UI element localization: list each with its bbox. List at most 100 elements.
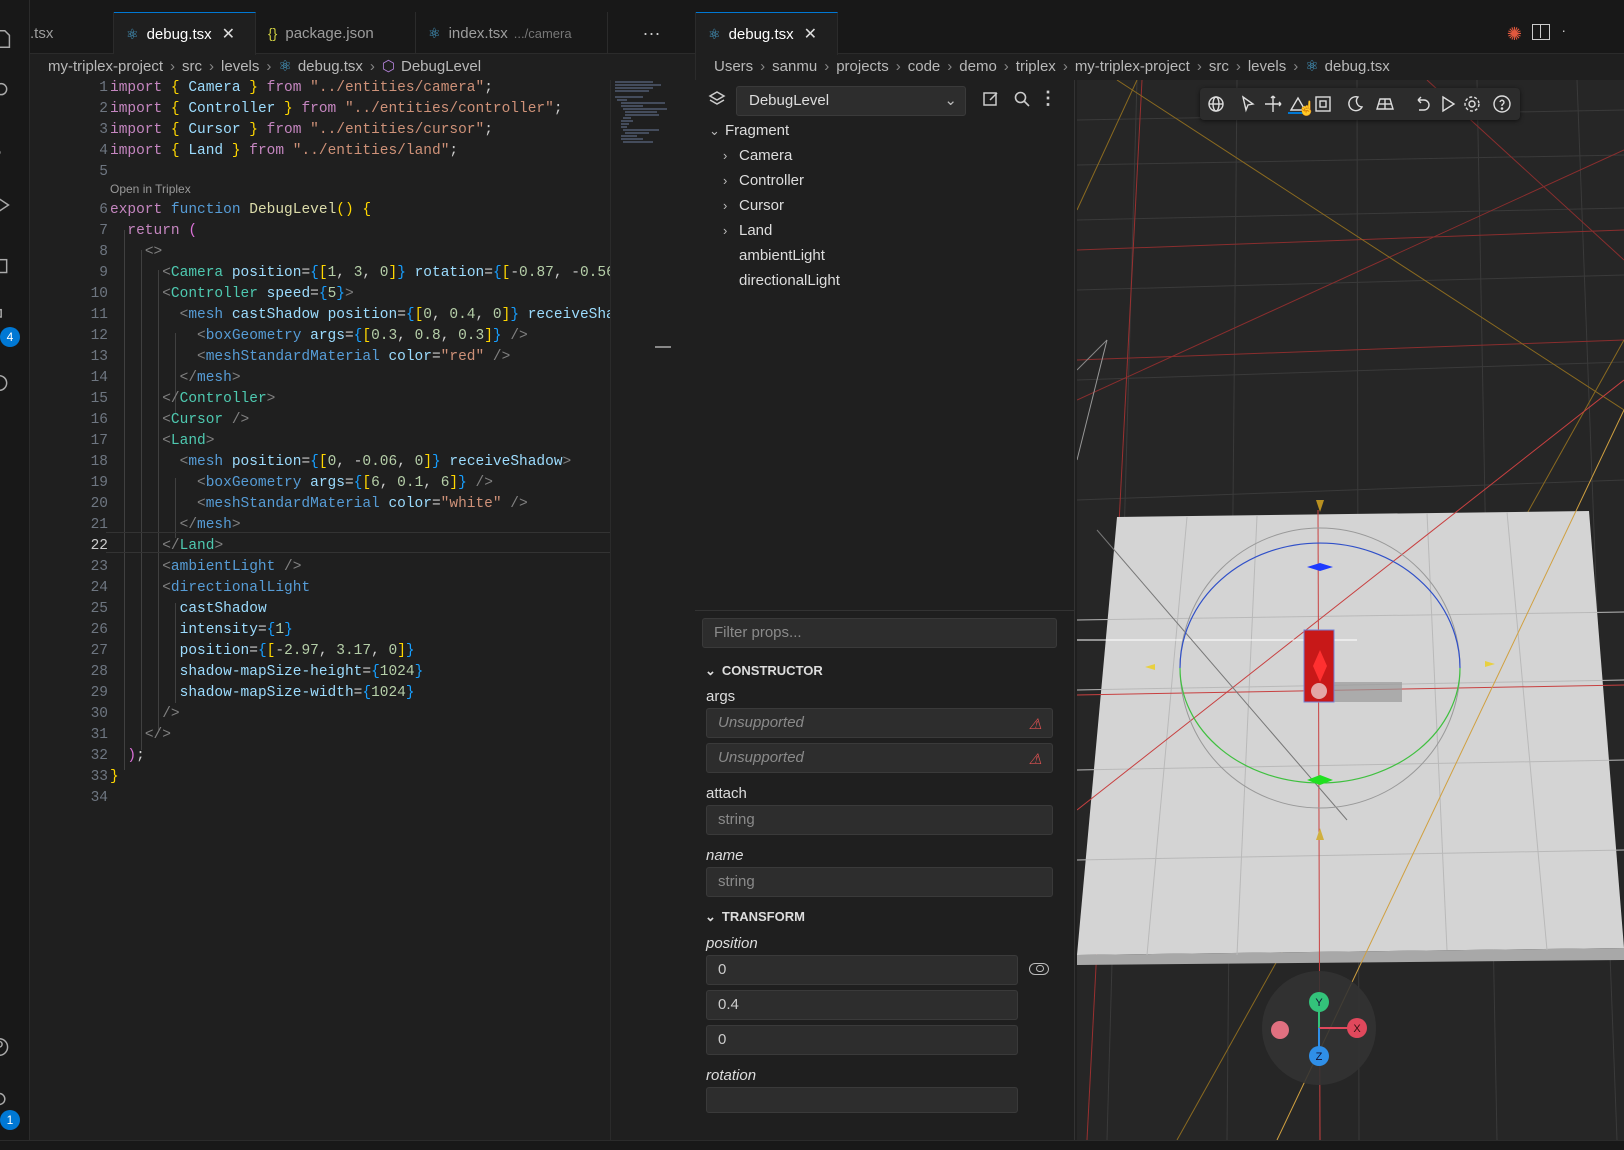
chevron-right-icon[interactable]: › — [723, 173, 739, 188]
position-x-input[interactable]: 0 — [706, 955, 1018, 985]
grid-icon[interactable] — [1375, 94, 1395, 114]
breadcrumb-item[interactable]: triplex — [1016, 58, 1056, 75]
breadcrumb-item[interactable]: levels — [221, 58, 259, 75]
breadcrumb-item[interactable]: code — [908, 58, 941, 75]
tab-package-json[interactable]: {} package.json — [256, 12, 416, 54]
constructor-section-header[interactable]: ⌄ CONSTRUCTOR — [705, 663, 823, 679]
breadcrumb-item[interactable]: debug.tsx — [298, 58, 363, 75]
run-debug-icon[interactable] — [0, 194, 14, 216]
transform-section-header[interactable]: ⌄ TRANSFORM — [705, 909, 805, 925]
breadcrumb-item[interactable]: DebugLevel — [401, 58, 481, 75]
line-number: 22 — [90, 538, 108, 554]
mouse-cursor-icon: ☝ — [1298, 100, 1316, 116]
attach-input[interactable]: string — [706, 805, 1053, 835]
breadcrumb-item[interactable]: src — [1209, 58, 1229, 75]
chevron-right-icon[interactable]: › — [723, 223, 739, 238]
line-number: 8 — [99, 244, 108, 260]
breadcrumb-item[interactable]: Users — [714, 58, 753, 75]
name-label: name — [706, 847, 744, 864]
args-field-1[interactable]: Unsupported ⚠ — [706, 708, 1053, 738]
name-input[interactable]: string — [706, 867, 1053, 897]
code-editor[interactable]: 1 2 3 4 5 6 7 8 9 10 11 12 13 14 15 16 17 18 19 20 21 22 23 24 2… — [30, 80, 610, 1140]
account-icon[interactable] — [0, 1036, 14, 1058]
chevron-right-icon[interactable]: › — [723, 148, 739, 163]
line-number: 19 — [90, 475, 108, 491]
extensions-icon[interactable] — [0, 306, 14, 328]
tab-debug-tsx-triplex[interactable]: ⚛ debug.tsx ✕ — [696, 12, 838, 55]
more-actions-icon[interactable]: · — [1561, 22, 1566, 38]
breadcrumb-item[interactable]: projects — [836, 58, 889, 75]
position-z-input[interactable]: 0 — [706, 1025, 1018, 1055]
moon-icon[interactable] — [1345, 94, 1365, 114]
minimap[interactable] — [610, 80, 671, 1140]
breadcrumb-item[interactable]: src — [182, 58, 202, 75]
scene-tree-item[interactable]: directionalLight — [723, 272, 840, 289]
react-icon: ⚛ — [278, 58, 292, 75]
line-number: 17 — [90, 433, 108, 449]
line-number: 14 — [90, 370, 108, 386]
tab-debug-tsx[interactable]: ⚛ debug.tsx ✕ — [114, 12, 256, 55]
copilot-icon[interactable]: ✺ — [1507, 24, 1522, 45]
line-number: 9 — [99, 265, 108, 281]
land-plane[interactable] — [1077, 511, 1624, 955]
help-icon[interactable] — [1492, 94, 1512, 114]
breadcrumb-item[interactable]: demo — [959, 58, 997, 75]
search-icon[interactable] — [1013, 90, 1031, 113]
search-icon[interactable] — [0, 80, 14, 102]
link-icon[interactable] — [1029, 963, 1049, 975]
tab-partial-tsx[interactable]: .tsx — [30, 12, 114, 54]
remote-icon[interactable] — [0, 256, 14, 278]
close-icon[interactable]: ✕ — [804, 24, 817, 44]
breadcrumb-item[interactable]: my-triplex-project — [48, 58, 163, 75]
gear-icon[interactable] — [1462, 94, 1482, 114]
git-graph-icon[interactable] — [0, 372, 14, 394]
breadcrumb-item[interactable]: levels — [1248, 58, 1286, 75]
globe-icon[interactable] — [1206, 94, 1226, 114]
chevron-down-icon[interactable]: ⌄ — [709, 123, 725, 139]
breadcrumb-item[interactable]: my-triplex-project — [1075, 58, 1190, 75]
scene-tree-item[interactable]: › Cursor — [723, 197, 784, 214]
filter-props-input[interactable]: Filter props... — [702, 618, 1057, 648]
more-vertical-icon[interactable]: ⋮ — [1039, 88, 1057, 109]
scene-tree-item[interactable]: › Land — [723, 222, 772, 239]
scene-tree-item[interactable]: ⌄ Fragment — [709, 122, 789, 139]
tab-index-tsx[interactable]: ⚛ index.tsx .../camera — [416, 12, 608, 54]
component-selector[interactable]: DebugLevel ⌄ — [736, 86, 966, 116]
line-number: 10 — [90, 286, 108, 302]
section-title: CONSTRUCTOR — [721, 663, 823, 678]
scale-icon[interactable] — [1313, 94, 1333, 114]
close-icon[interactable]: ✕ — [222, 24, 235, 44]
line-number: 16 — [90, 412, 108, 428]
undo-icon[interactable] — [1412, 94, 1432, 114]
scene-tree-item[interactable]: ambientLight — [723, 247, 825, 264]
play-icon[interactable] — [1438, 94, 1458, 114]
axis-z-label: Z — [1316, 1051, 1323, 1063]
pointer-icon[interactable] — [1238, 94, 1258, 114]
split-editor-icon[interactable] — [1532, 24, 1550, 40]
breadcrumb-item[interactable]: debug.tsx — [1325, 58, 1390, 75]
chevron-right-icon[interactable]: › — [723, 198, 739, 213]
layers-icon[interactable] — [707, 89, 727, 114]
open-in-triplex-lens[interactable]: Open in Triplex — [110, 182, 191, 196]
scene-tree-item[interactable]: › Camera — [723, 147, 792, 164]
explorer-icon[interactable] — [0, 28, 14, 50]
viewport-3d[interactable]: Y X Z — [1077, 80, 1624, 1140]
scene-tree-label: Cursor — [739, 197, 785, 214]
editor-tabs-left: .tsx ⚛ debug.tsx ✕ {} package.json ⚛ index.t… — [30, 12, 695, 55]
more-tabs-button[interactable]: ··· — [608, 12, 695, 54]
manage-gear-icon[interactable] — [0, 1088, 14, 1110]
args-field-2[interactable]: Unsupported ⚠ — [706, 743, 1053, 773]
breadcrumb-item[interactable]: sanmu — [772, 58, 817, 75]
move-icon[interactable] — [1263, 94, 1283, 114]
args-value: Unsupported — [718, 714, 804, 731]
scene-tree-label: directionalLight — [739, 272, 840, 289]
position-y-input[interactable]: 0.4 — [706, 990, 1018, 1020]
source-control-icon[interactable] — [0, 136, 14, 158]
scene-tree-item[interactable]: › Controller — [723, 172, 804, 189]
rotation-x-input[interactable] — [706, 1087, 1018, 1113]
component-icon: ⬡ — [381, 58, 395, 75]
breadcrumb: my-triplex-project › src › levels › ⚛ debug.… — [48, 57, 482, 76]
edit-icon[interactable] — [982, 90, 1000, 113]
axis-gizmo[interactable]: Y X Z — [1262, 971, 1376, 1085]
position-label: position — [706, 935, 758, 952]
